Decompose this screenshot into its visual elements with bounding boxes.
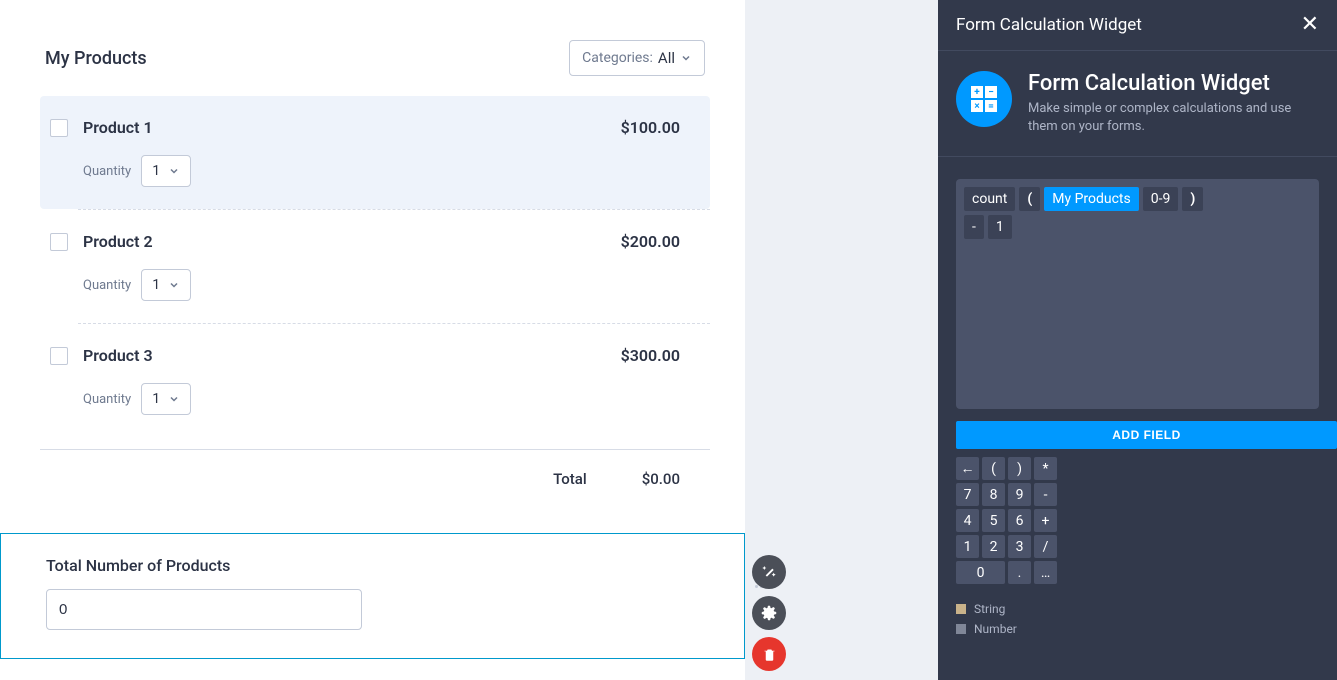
legend-row: Number — [956, 622, 1319, 636]
keypad-key[interactable]: 6 — [1008, 509, 1031, 532]
panel-titlebar-text: Form Calculation Widget — [956, 15, 1142, 35]
settings-button[interactable] — [752, 596, 786, 630]
chevron-down-icon — [168, 165, 180, 177]
field-label: Total Number of Products — [46, 556, 699, 575]
legend-swatch — [956, 604, 966, 614]
legend-swatch — [956, 624, 966, 634]
formula-token[interactable]: ) — [1182, 187, 1203, 211]
total-label: Total — [553, 470, 587, 488]
formula-token[interactable]: - — [964, 215, 984, 239]
keypad-key[interactable]: ) — [1008, 457, 1031, 480]
keypad-key[interactable]: 4 — [956, 509, 979, 532]
legend-row: String — [956, 602, 1319, 616]
keypad-key[interactable]: 9 — [1008, 483, 1031, 506]
category-value: All — [658, 49, 675, 67]
panel-title: Form Calculation Widget — [1028, 71, 1319, 96]
product-row[interactable]: Product 1$100.00 Quantity 1 — [40, 96, 710, 209]
category-label: Categories: — [582, 50, 653, 66]
product-checkbox[interactable] — [50, 119, 68, 137]
formula-token[interactable]: 0-9 — [1143, 187, 1179, 211]
formula-token[interactable]: My Products — [1044, 187, 1139, 211]
keypad-key[interactable]: + — [1034, 509, 1057, 532]
delete-button[interactable] — [752, 637, 786, 671]
legend-label: String — [974, 602, 1005, 616]
calculation-output-input[interactable] — [46, 589, 362, 630]
formula-token[interactable]: ( — [1019, 187, 1040, 211]
product-row[interactable]: Product 3$300.00 Quantity 1 — [40, 324, 710, 437]
product-name: Product 1 — [83, 118, 621, 137]
keypad-key[interactable]: 8 — [982, 483, 1005, 506]
keypad-key[interactable]: 2 — [982, 535, 1005, 558]
add-field-button[interactable]: ADD FIELD — [956, 421, 1337, 449]
widget-logo-icon: +− ×= — [956, 71, 1012, 127]
chevron-down-icon — [680, 52, 692, 64]
keypad-key[interactable]: . — [1008, 561, 1031, 584]
panel-subtitle: Make simple or complex calculations and … — [1028, 100, 1319, 136]
keypad-key[interactable]: … — [1034, 561, 1057, 584]
close-icon[interactable]: ✕ — [1301, 14, 1319, 36]
formula-token[interactable]: 1 — [988, 215, 1012, 239]
quantity-label: Quantity — [83, 278, 131, 293]
product-name: Product 3 — [83, 346, 621, 365]
total-row: Total $0.00 — [0, 450, 745, 508]
field-action-buttons — [752, 555, 786, 671]
product-price: $100.00 — [621, 118, 680, 137]
keypad-key[interactable]: - — [1034, 483, 1057, 506]
widget-settings-panel: Form Calculation Widget ✕ +− ×= Form Cal… — [938, 0, 1337, 680]
legend-label: Number — [974, 622, 1017, 636]
quantity-stepper[interactable]: 1 — [141, 155, 191, 187]
chevron-down-icon — [168, 393, 180, 405]
quantity-stepper[interactable]: 1 — [141, 269, 191, 301]
quantity-value: 1 — [152, 391, 160, 407]
keypad-key[interactable]: 1 — [956, 535, 979, 558]
quantity-value: 1 — [152, 277, 160, 293]
keypad-key[interactable]: ( — [982, 457, 1005, 480]
legend: String Number — [956, 602, 1319, 642]
product-price: $300.00 — [621, 346, 680, 365]
keypad: ←()* 789- 456+123/ 0.… — [956, 457, 1319, 584]
formula-editor[interactable]: count(My Products0-9) -1 — [956, 179, 1319, 409]
quantity-label: Quantity — [83, 392, 131, 407]
keypad-key[interactable]: 3 — [1008, 535, 1031, 558]
chevron-down-icon — [168, 279, 180, 291]
quantity-label: Quantity — [83, 164, 131, 179]
quantity-stepper[interactable]: 1 — [141, 383, 191, 415]
keypad-key[interactable]: 5 — [982, 509, 1005, 532]
form-canvas: My Products Categories: All Product 1$10… — [0, 0, 745, 680]
quantity-value: 1 — [152, 163, 160, 179]
keypad-key[interactable]: / — [1034, 535, 1057, 558]
magic-wand-button[interactable] — [752, 555, 786, 589]
product-row[interactable]: Product 2$200.00 Quantity 1 — [40, 210, 710, 323]
section-title: My Products — [45, 48, 147, 69]
keypad-key[interactable]: * — [1034, 457, 1057, 480]
category-dropdown[interactable]: Categories: All — [569, 40, 705, 76]
calculation-field-block[interactable]: Total Number of Products — [0, 533, 745, 659]
product-checkbox[interactable] — [50, 233, 68, 251]
total-value: $0.00 — [642, 470, 680, 488]
product-checkbox[interactable] — [50, 347, 68, 365]
product-price: $200.00 — [621, 232, 680, 251]
keypad-key[interactable]: 0 — [956, 561, 1005, 584]
keypad-key[interactable]: ← — [956, 457, 979, 480]
keypad-key[interactable]: 7 — [956, 483, 979, 506]
product-name: Product 2 — [83, 232, 621, 251]
formula-token[interactable]: count — [964, 187, 1015, 211]
